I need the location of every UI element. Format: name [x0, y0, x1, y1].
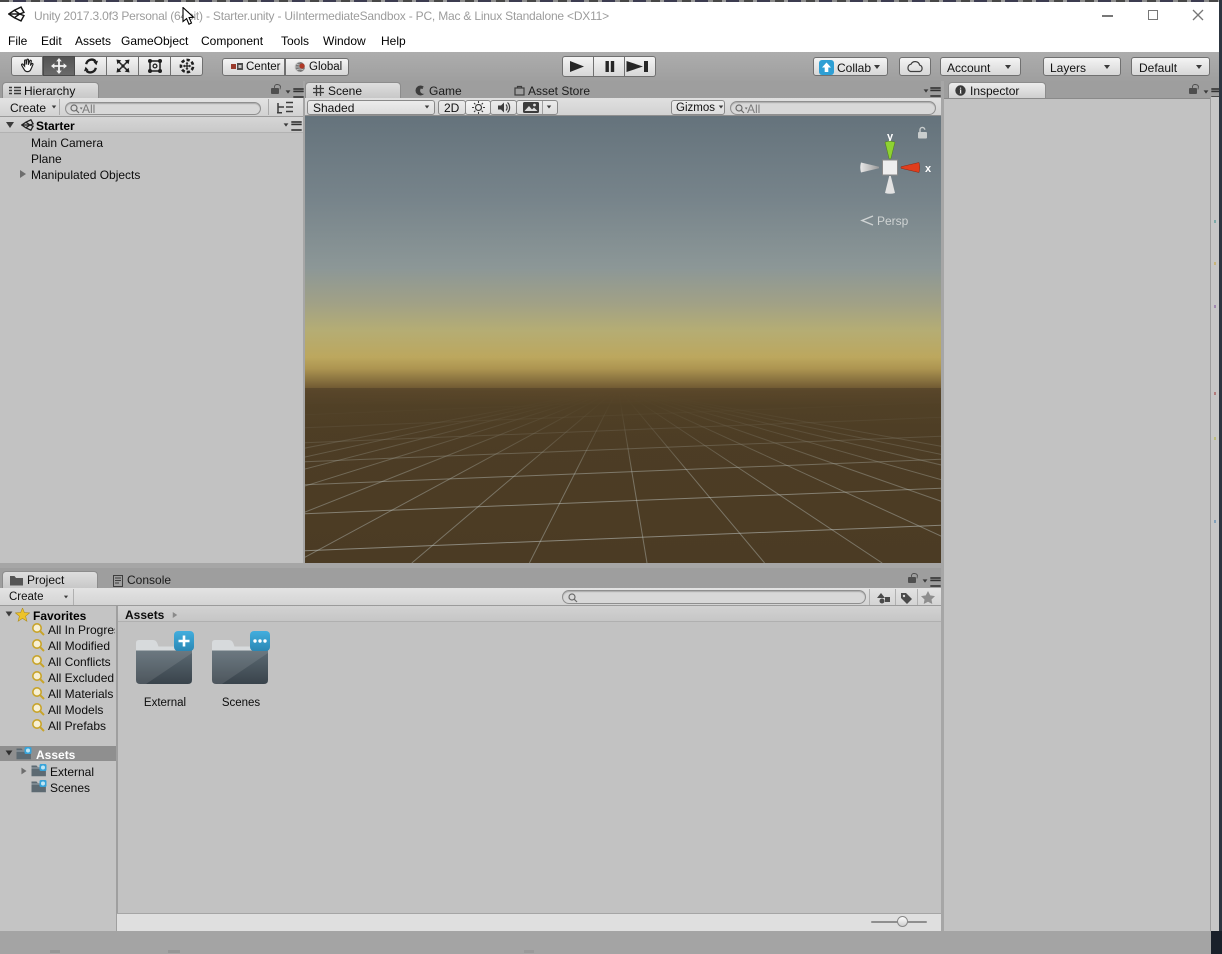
- svg-text:Persp: Persp: [877, 214, 909, 228]
- svg-text:x: x: [925, 163, 932, 175]
